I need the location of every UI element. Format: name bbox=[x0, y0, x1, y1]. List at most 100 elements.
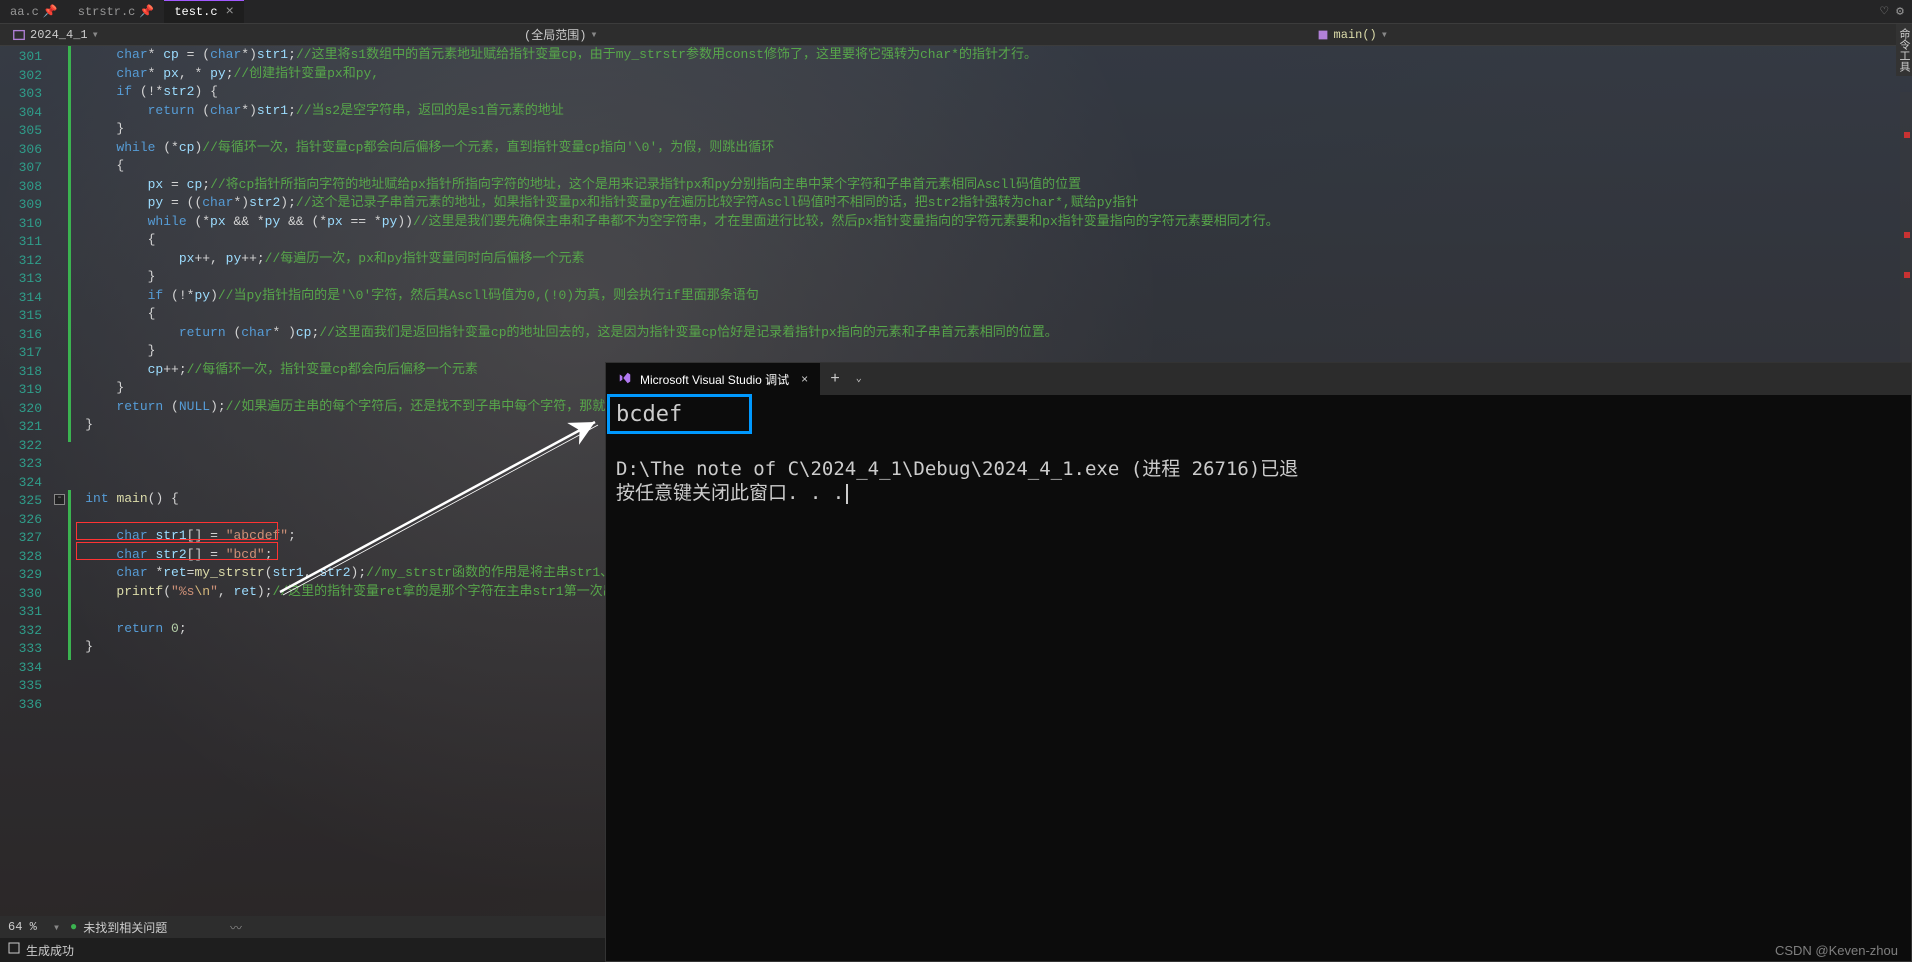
health-icon[interactable]: ♡ bbox=[1880, 4, 1888, 19]
code-line[interactable]: { bbox=[54, 305, 1912, 324]
line-number: 319 bbox=[0, 381, 54, 400]
code-line[interactable]: return (char*)str1;//当s2是空字符串，返回的是s1首元素的… bbox=[54, 102, 1912, 121]
line-number: 328 bbox=[0, 548, 54, 567]
line-number: 305 bbox=[0, 122, 54, 141]
close-icon[interactable]: × bbox=[226, 4, 234, 20]
line-number: 304 bbox=[0, 104, 54, 123]
line-number: 333 bbox=[0, 640, 54, 659]
terminal-tab[interactable]: Microsoft Visual Studio 调试 × bbox=[606, 363, 820, 395]
code-line[interactable]: if (!*py)//当py指针指向的是'\0'字符，然后其Ascll码值为0,… bbox=[54, 287, 1912, 306]
code-line[interactable]: while (*px && *py && (*px == *py))//这里是我… bbox=[54, 213, 1912, 232]
terminal-titlebar[interactable]: Microsoft Visual Studio 调试 × + ⌄ bbox=[606, 363, 1911, 395]
line-number: 324 bbox=[0, 474, 54, 493]
breadcrumb-project[interactable]: 2024_4_1 ▾ bbox=[8, 27, 103, 42]
terminal-body[interactable]: bcdef D:\The note of C\2024_4_1\Debug\20… bbox=[606, 395, 1911, 513]
tab-dropdown-icon[interactable]: ⌄ bbox=[850, 373, 868, 385]
vs-icon bbox=[618, 371, 632, 388]
line-number: 336 bbox=[0, 696, 54, 715]
terminal-output: bcdef bbox=[616, 403, 1901, 427]
function-icon bbox=[1316, 28, 1330, 42]
terminal-title: Microsoft Visual Studio 调试 bbox=[640, 371, 789, 388]
code-line[interactable]: if (!*str2) { bbox=[54, 83, 1912, 102]
line-number: 332 bbox=[0, 622, 54, 641]
code-line[interactable]: py = ((char*)str2);//这个是记录子串首元素的地址，如果指针变… bbox=[54, 194, 1912, 213]
line-number: 312 bbox=[0, 252, 54, 271]
right-toolbar[interactable]: 命令工具 bbox=[1896, 24, 1912, 76]
minimap-marker bbox=[1904, 272, 1910, 278]
close-icon[interactable]: × bbox=[801, 372, 808, 386]
line-number: 321 bbox=[0, 418, 54, 437]
terminal-window: Microsoft Visual Studio 调试 × + ⌄ bcdef D… bbox=[605, 362, 1912, 962]
line-number: 309 bbox=[0, 196, 54, 215]
line-number: 334 bbox=[0, 659, 54, 678]
tab-label: aa.c bbox=[10, 5, 39, 19]
minimap-marker bbox=[1904, 132, 1910, 138]
line-number: 323 bbox=[0, 455, 54, 474]
box-icon bbox=[8, 942, 20, 958]
minimap-marker bbox=[1904, 232, 1910, 238]
settings-icon[interactable]: ⚙ bbox=[1896, 4, 1904, 19]
line-number: 317 bbox=[0, 344, 54, 363]
breadcrumb-scope[interactable]: (全局范围) ▾ bbox=[520, 26, 602, 43]
dropdown-icon: ▾ bbox=[1381, 27, 1388, 42]
line-number: 315 bbox=[0, 307, 54, 326]
terminal-exit-line: D:\The note of C\2024_4_1\Debug\2024_4_1… bbox=[616, 457, 1901, 481]
code-line[interactable]: { bbox=[54, 231, 1912, 250]
line-number: 302 bbox=[0, 67, 54, 86]
breadcrumb-label: 2024_4_1 bbox=[30, 28, 88, 42]
line-number: 313 bbox=[0, 270, 54, 289]
line-number: 301 bbox=[0, 48, 54, 67]
tab-label: test.c bbox=[174, 5, 217, 19]
line-number: 329 bbox=[0, 566, 54, 585]
gutter: 3013023033043053063073083093103113123133… bbox=[0, 46, 54, 928]
line-number: 326 bbox=[0, 511, 54, 530]
breadcrumb-bar: 2024_4_1 ▾ (全局范围) ▾ main() ▾ bbox=[0, 24, 1912, 46]
line-number: 331 bbox=[0, 603, 54, 622]
line-number: 320 bbox=[0, 400, 54, 419]
new-tab-button[interactable]: + bbox=[820, 370, 850, 388]
line-number: 303 bbox=[0, 85, 54, 104]
terminal-prompt-line: 按任意键关闭此窗口. . . bbox=[616, 481, 1901, 505]
code-line[interactable]: } bbox=[54, 268, 1912, 287]
project-icon bbox=[12, 28, 26, 42]
line-number: 307 bbox=[0, 159, 54, 178]
pin-icon: 📌 bbox=[43, 4, 58, 19]
code-line[interactable]: px = cp;//将cp指针所指向字符的地址赋给px指针所指向字符的地址，这个… bbox=[54, 176, 1912, 195]
tab-label: strstr.c bbox=[78, 5, 136, 19]
line-number: 311 bbox=[0, 233, 54, 252]
breadcrumb-label: (全局范围) bbox=[524, 26, 586, 43]
code-line[interactable]: char* px, * py;//创建指针变量px和py, bbox=[54, 65, 1912, 84]
code-line[interactable]: char* cp = (char*)str1;//这里将s1数组中的首元素地址赋… bbox=[54, 46, 1912, 65]
code-line[interactable]: px++, py++;//每遍历一次，px和py指针变量同时向后偏移一个元素 bbox=[54, 250, 1912, 269]
line-number: 330 bbox=[0, 585, 54, 604]
watermark: CSDN @Keven-zhou bbox=[1775, 943, 1898, 958]
line-number: 306 bbox=[0, 141, 54, 160]
change-bar bbox=[68, 490, 71, 660]
line-number: 325 bbox=[0, 492, 54, 511]
line-number: 314 bbox=[0, 289, 54, 308]
line-number: 322 bbox=[0, 437, 54, 456]
pin-icon: 📌 bbox=[139, 4, 154, 19]
line-number: 308 bbox=[0, 178, 54, 197]
dropdown-icon: ▾ bbox=[590, 27, 597, 42]
line-number: 316 bbox=[0, 326, 54, 345]
line-number: 335 bbox=[0, 677, 54, 696]
breadcrumb-func[interactable]: main() ▾ bbox=[1312, 27, 1392, 42]
code-line[interactable]: { bbox=[54, 157, 1912, 176]
tab-aa-c[interactable]: aa.c 📌 bbox=[0, 0, 68, 23]
toolbar-label: 命令工具 bbox=[1897, 28, 1909, 72]
tab-test-c[interactable]: test.c × bbox=[164, 0, 244, 23]
tab-strstr-c[interactable]: strstr.c 📌 bbox=[68, 0, 165, 23]
change-bar bbox=[68, 46, 71, 442]
fold-minus-icon[interactable]: - bbox=[54, 494, 65, 505]
code-line[interactable]: while (*cp)//每循环一次，指针变量cp都会向后偏移一个元素，直到指针… bbox=[54, 139, 1912, 158]
breadcrumb-label: main() bbox=[1334, 28, 1377, 42]
code-line[interactable]: } bbox=[54, 120, 1912, 139]
tab-bar: aa.c 📌 strstr.c 📌 test.c × ♡ ⚙ bbox=[0, 0, 1912, 24]
line-number: 318 bbox=[0, 363, 54, 382]
code-line[interactable]: } bbox=[54, 342, 1912, 361]
build-status: 生成成功 bbox=[26, 942, 74, 959]
code-line[interactable]: return (char* )cp;//这里面我们是返回指针变量cp的地址回去的… bbox=[54, 324, 1912, 343]
line-number: 327 bbox=[0, 529, 54, 548]
dropdown-icon: ▾ bbox=[92, 27, 99, 42]
